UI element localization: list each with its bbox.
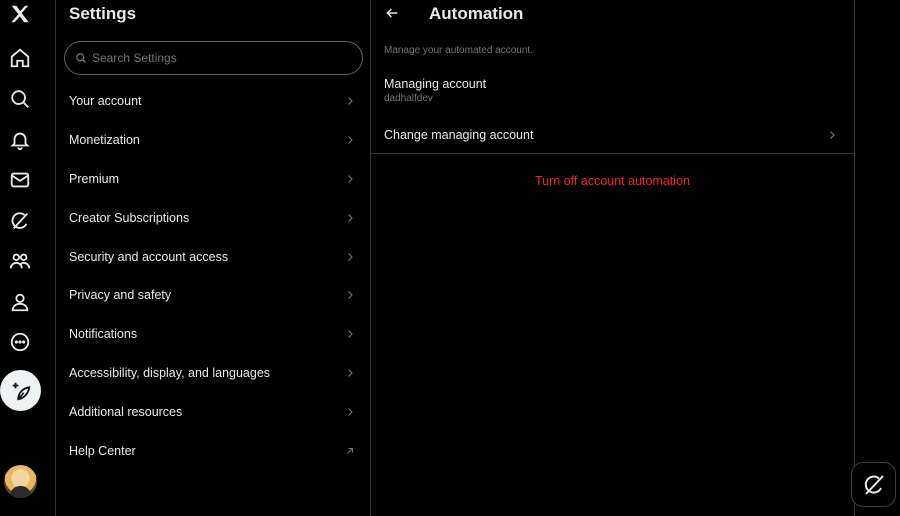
settings-search-input[interactable] [92, 51, 352, 65]
chevron-right-icon [348, 136, 353, 145]
grok-button[interactable] [0, 201, 40, 241]
managing-account-info: Managing account dadhalfdev [384, 77, 486, 104]
settings-item-monetization[interactable]: Monetization [57, 121, 370, 160]
nav-rail [0, 0, 56, 516]
automation-panel: Automation Manage your automated account… [371, 0, 855, 516]
grok-floating-button[interactable] [851, 462, 896, 507]
settings-item-privacy[interactable]: Privacy and safety [57, 276, 370, 315]
search-icon [11, 90, 29, 108]
settings-item-label: Security and account access [69, 249, 229, 264]
grok-icon [864, 474, 884, 495]
turn-off-automation-button[interactable]: Turn off account automation [371, 174, 854, 188]
chevron-right-icon [348, 291, 353, 300]
more-button[interactable] [0, 322, 40, 362]
settings-item-security[interactable]: Security and account access [57, 237, 370, 276]
search-icon [76, 53, 86, 63]
settings-item-your-account[interactable]: Your account [57, 82, 370, 121]
managing-account-username: dadhalfdev [384, 93, 433, 104]
settings-item-creator-subscriptions[interactable]: Creator Subscriptions [57, 198, 370, 237]
chevron-right-icon [348, 330, 353, 339]
settings-item-label: Accessibility, display, and languages [69, 365, 271, 380]
home-icon [10, 48, 30, 68]
user-avatar[interactable] [4, 465, 37, 498]
settings-item-label: Monetization [69, 133, 140, 148]
profile-button[interactable] [0, 282, 40, 322]
settings-search-box[interactable] [64, 41, 363, 75]
settings-item-accessibility[interactable]: Accessibility, display, and languages [57, 354, 370, 393]
external-link-icon [347, 447, 354, 454]
settings-item-label: Premium [69, 171, 120, 186]
settings-item-notifications[interactable]: Notifications [57, 315, 370, 354]
back-button[interactable] [383, 4, 401, 22]
profile-icon [11, 293, 29, 312]
settings-item-label: Additional resources [69, 404, 183, 419]
settings-title: Settings [69, 4, 137, 23]
settings-item-label: Help Center [69, 443, 136, 458]
bell-icon [10, 132, 30, 151]
change-managing-account-label: Change managing account [384, 127, 534, 142]
chevron-right-icon [830, 130, 835, 139]
x-logo-button[interactable] [0, 0, 40, 34]
chevron-right-icon [348, 369, 353, 377]
communities-button[interactable] [0, 241, 40, 281]
settings-menu: Your account Monetization Premium Creato… [57, 82, 370, 470]
chevron-right-icon [348, 213, 353, 222]
change-managing-account-button[interactable]: Change managing account [371, 116, 854, 154]
settings-item-label: Notifications [69, 327, 138, 342]
settings-item-label: Your account [69, 94, 142, 109]
x-logo-icon [11, 5, 29, 23]
notifications-button[interactable] [0, 120, 40, 160]
chevron-right-icon [348, 97, 353, 106]
chevron-right-icon [348, 407, 353, 416]
compose-post-icon [12, 382, 30, 400]
automation-title: Automation [429, 4, 524, 23]
settings-item-premium[interactable]: Premium [57, 160, 370, 199]
settings-item-additional-resources[interactable]: Additional resources [57, 392, 370, 431]
grok-icon [11, 212, 29, 229]
settings-panel: Settings Your account Monetization Premi… [57, 0, 371, 516]
mail-icon [10, 172, 30, 188]
arrow-left-icon [386, 8, 398, 18]
managing-account-label: Managing account [384, 77, 487, 91]
settings-item-label: Privacy and safety [69, 288, 172, 303]
settings-item-help-center[interactable]: Help Center [57, 431, 370, 470]
communities-icon [9, 253, 31, 269]
automation-description: Manage your automated account. [384, 45, 533, 56]
messages-button[interactable] [0, 160, 40, 200]
chevron-right-icon [348, 175, 353, 183]
chevron-right-icon [348, 252, 353, 261]
settings-item-label: Creator Subscriptions [69, 210, 190, 225]
avatar-body [10, 486, 31, 498]
explore-button[interactable] [0, 79, 40, 119]
home-button[interactable] [0, 38, 40, 78]
more-icon [10, 332, 30, 352]
compose-post-button[interactable] [0, 370, 41, 411]
